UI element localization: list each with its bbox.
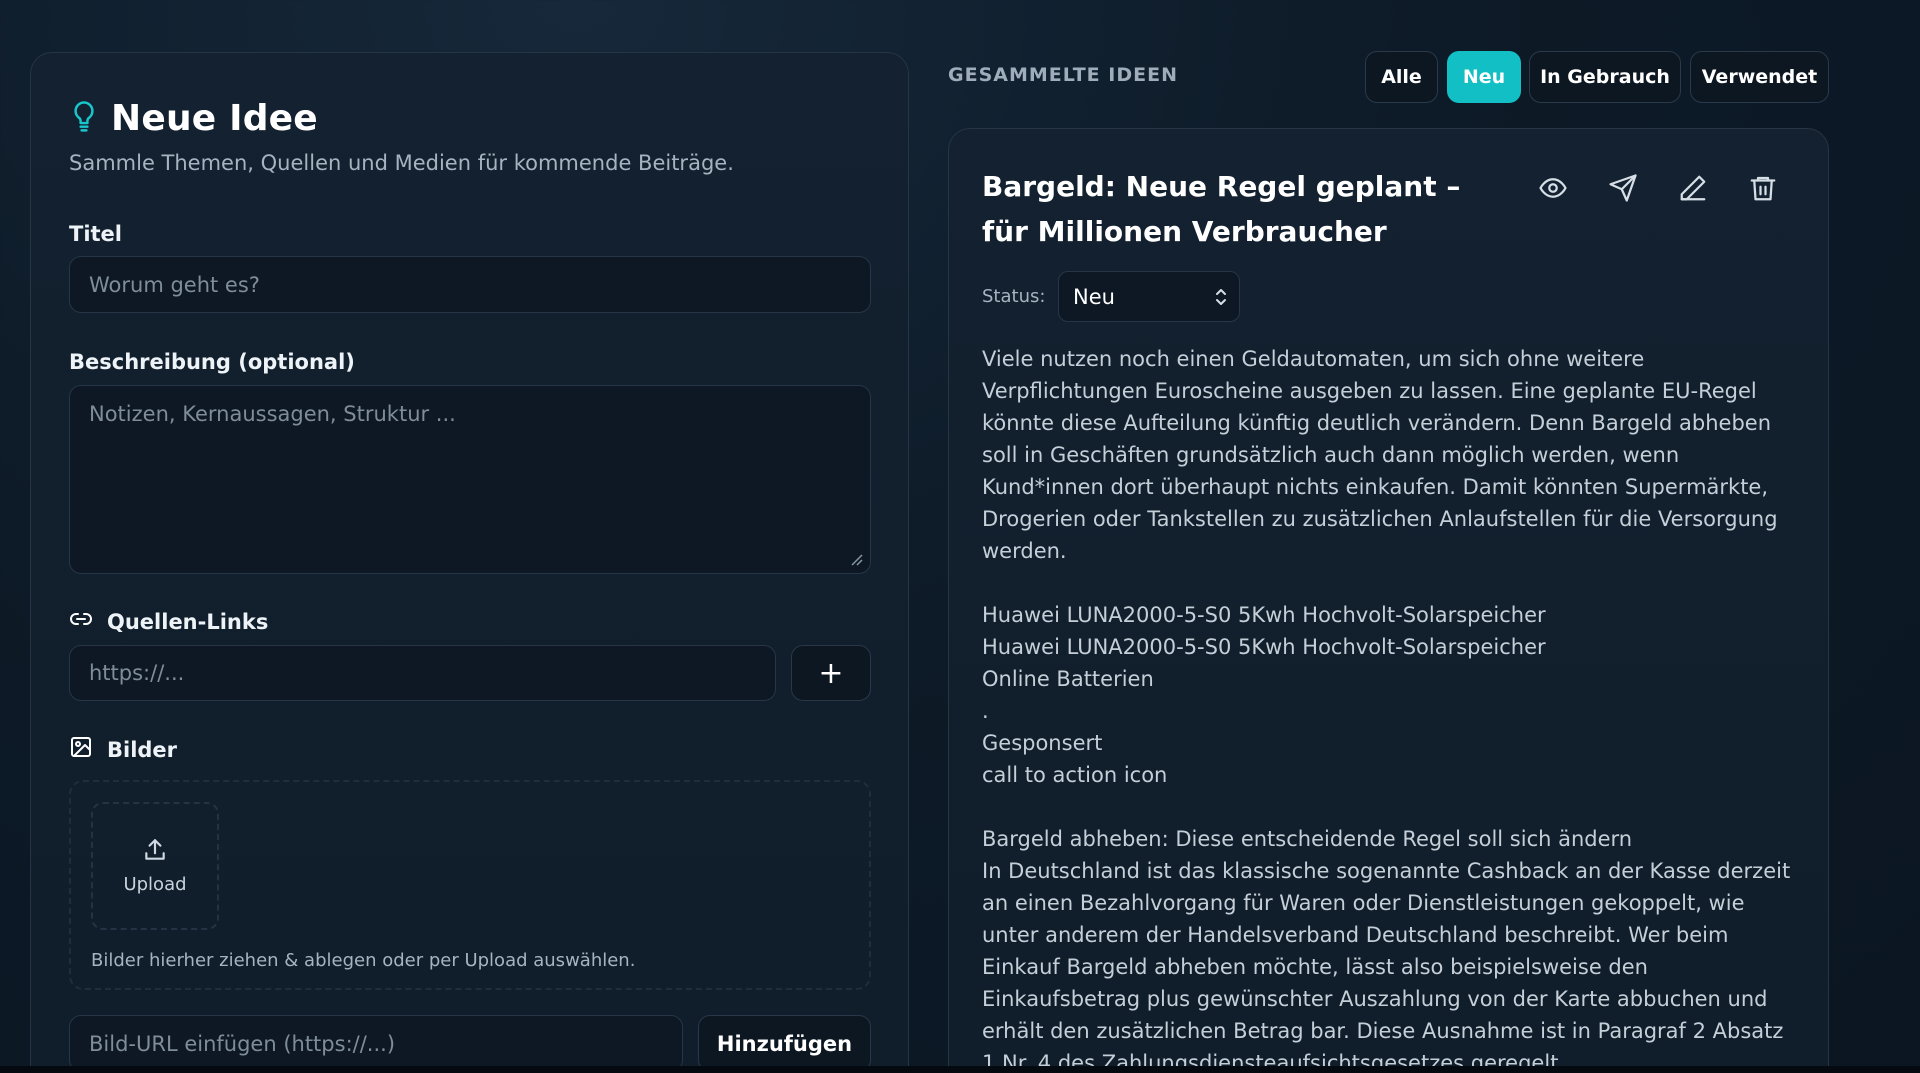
chevron-up-down-icon bbox=[1216, 289, 1226, 305]
upload-icon bbox=[142, 837, 168, 868]
resize-handle-icon[interactable] bbox=[849, 552, 863, 566]
add-source-button[interactable]: + bbox=[791, 645, 871, 701]
filter-all-button[interactable]: Alle bbox=[1365, 51, 1438, 103]
collected-ideas-header: GESAMMELTE IDEEN bbox=[948, 64, 1178, 86]
idea-card-actions bbox=[1538, 173, 1778, 203]
status-select[interactable]: Neu bbox=[1058, 271, 1240, 322]
image-dropzone[interactable]: Upload Bilder hierher ziehen & ablegen o… bbox=[69, 780, 871, 990]
title-placeholder: Worum geht es? bbox=[89, 272, 260, 297]
title-label: Titel bbox=[69, 222, 123, 246]
description-placeholder: Notizen, Kernaussagen, Struktur ... bbox=[89, 402, 456, 426]
source-url-placeholder: https://... bbox=[89, 661, 185, 685]
upload-label: Upload bbox=[123, 874, 187, 895]
filter-used-button[interactable]: Verwendet bbox=[1690, 51, 1829, 103]
send-icon[interactable] bbox=[1608, 173, 1638, 203]
image-url-input[interactable]: Bild-URL einfügen (https://...) bbox=[69, 1015, 683, 1072]
title-input[interactable]: Worum geht es? bbox=[69, 256, 871, 313]
sources-label: Quellen-Links bbox=[107, 609, 269, 634]
images-section-header: Bilder bbox=[69, 735, 177, 764]
new-idea-panel: Neue Idee Sammle Themen, Quellen und Med… bbox=[30, 52, 909, 1073]
description-textarea[interactable]: Notizen, Kernaussagen, Struktur ... bbox=[69, 385, 871, 574]
trash-icon[interactable] bbox=[1748, 173, 1778, 203]
source-url-input[interactable]: https://... bbox=[69, 645, 776, 701]
status-label: Status: bbox=[982, 286, 1046, 307]
image-icon bbox=[69, 735, 93, 764]
link-icon bbox=[69, 607, 93, 636]
status-value: Neu bbox=[1073, 284, 1115, 309]
sources-section-header: Quellen-Links bbox=[69, 607, 268, 636]
images-label: Bilder bbox=[107, 737, 178, 762]
bottom-edge bbox=[0, 1066, 1920, 1073]
edit-icon[interactable] bbox=[1678, 173, 1708, 203]
idea-card-title: Bargeld: Neue Regel geplant – für Millio… bbox=[982, 170, 1461, 248]
lightbulb-icon bbox=[69, 100, 99, 138]
idea-card-body: Viele nutzen noch einen Geldautomaten, u… bbox=[982, 347, 1791, 1073]
add-image-button[interactable]: Hinzufügen bbox=[698, 1015, 871, 1072]
page-title: Neue Idee bbox=[111, 98, 318, 139]
plus-icon: + bbox=[818, 655, 844, 691]
dropzone-hint: Bilder hierher ziehen & ablegen oder per… bbox=[91, 950, 636, 971]
image-url-placeholder: Bild-URL einfügen (https://...) bbox=[89, 1031, 396, 1056]
upload-button[interactable]: Upload bbox=[91, 802, 219, 930]
idea-card: Bargeld: Neue Regel geplant – für Millio… bbox=[948, 128, 1829, 1073]
description-label: Beschreibung (optional) bbox=[69, 350, 355, 374]
eye-icon[interactable] bbox=[1538, 173, 1568, 203]
new-idea-header: Neue Idee bbox=[69, 98, 318, 139]
filter-in-use-button[interactable]: In Gebrauch bbox=[1529, 51, 1681, 103]
filter-new-button[interactable]: Neu bbox=[1447, 51, 1521, 103]
page-subtitle: Sammle Themen, Quellen und Medien für ko… bbox=[69, 151, 734, 175]
